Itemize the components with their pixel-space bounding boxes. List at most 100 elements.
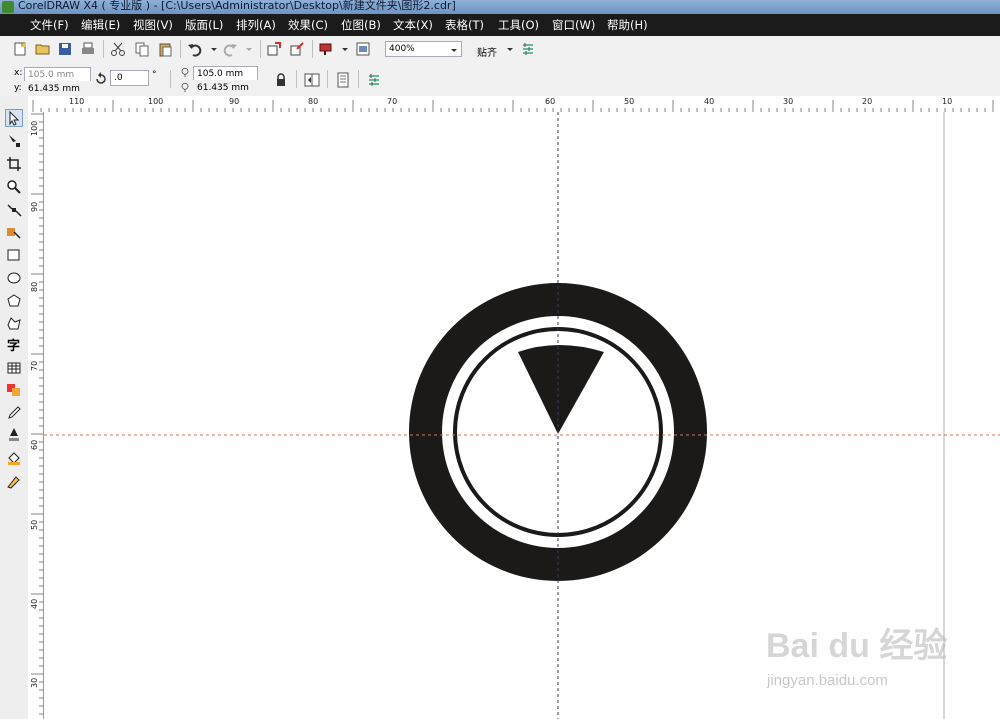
y-position-field[interactable]: 61.435 mm [24, 81, 91, 97]
center-x-icon [181, 67, 189, 78]
ellipse-tool-icon[interactable] [6, 270, 22, 286]
mirror-icon[interactable] [304, 72, 320, 88]
print-icon[interactable] [80, 41, 96, 57]
degree-symbol: ° [152, 70, 157, 80]
ruler-label: 80 [30, 281, 39, 292]
ruler-label: 100 [30, 120, 39, 136]
new-document-icon[interactable] [12, 41, 28, 57]
zoom-tool-icon[interactable] [6, 179, 22, 195]
smart-fill-tool-icon[interactable] [6, 224, 22, 240]
horizontal-ruler[interactable]: 110 100 90 80 70 60 50 40 30 20 10 [28, 96, 1000, 113]
launcher-dropdown-icon[interactable] [337, 41, 353, 57]
ruler-label: 110 [69, 97, 85, 106]
toolbar-separator [170, 70, 171, 88]
center-y-field[interactable]: 61.435 mm [193, 80, 258, 96]
zoom-dropdown-icon[interactable] [446, 42, 462, 58]
property-bar: x: 105.0 mm y: 61.435 mm .0 ° 105.0 mm 6… [0, 63, 1000, 97]
drawing-canvas[interactable]: Bai du 经验 jingyan.baidu.com [44, 112, 1000, 719]
copy-icon[interactable] [134, 41, 150, 57]
undo-icon[interactable] [187, 41, 203, 57]
x-position-label: x: [14, 68, 23, 78]
redo-dropdown-icon[interactable] [241, 41, 257, 57]
menu-text[interactable]: 文本(X) [393, 17, 433, 33]
lock-ratio-icon[interactable] [273, 72, 289, 88]
interactive-blend-tool-icon[interactable] [6, 382, 22, 398]
toolbar-separator [296, 70, 297, 88]
menu-table[interactable]: 表格(T) [445, 17, 484, 33]
menu-file[interactable]: 文件(F) [30, 17, 69, 33]
ruler-label: 40 [704, 97, 715, 106]
ruler-label: 50 [624, 97, 635, 106]
import-icon[interactable] [266, 41, 282, 57]
vertical-ruler[interactable]: 100 90 80 70 60 50 40 30 [28, 112, 44, 719]
ruler-label: 20 [862, 97, 873, 106]
redo-icon[interactable] [222, 41, 238, 57]
save-icon[interactable] [57, 41, 73, 57]
undo-dropdown-icon[interactable] [206, 41, 222, 57]
ruler-label: 90 [229, 97, 240, 106]
text-tool-icon[interactable]: 字 [7, 335, 20, 354]
toolbar-separator [260, 40, 261, 58]
menu-window[interactable]: 窗口(W) [552, 17, 595, 33]
rotation-angle-field[interactable]: .0 [110, 70, 149, 86]
crop-tool-icon[interactable] [6, 156, 22, 172]
ruler-label: 10 [942, 97, 953, 106]
ruler-label: 60 [30, 439, 39, 450]
zoom-level-value: 400% [389, 44, 415, 54]
toolbar-separator [327, 70, 328, 88]
open-folder-icon[interactable] [35, 41, 51, 57]
pick-tool-icon[interactable] [5, 109, 23, 127]
toolbar-separator [358, 70, 359, 88]
rectangle-tool-icon[interactable] [6, 247, 22, 263]
ruler-label: 30 [783, 97, 794, 106]
menu-effects[interactable]: 效果(C) [288, 17, 328, 33]
cut-icon[interactable] [110, 41, 126, 57]
ruler-label: 80 [308, 97, 319, 106]
toolbar-separator [180, 40, 181, 58]
window-title: CorelDRAW X4 ( 专业版 ) - [C:\Users\Adminis… [18, 0, 456, 12]
page-settings-icon[interactable] [335, 72, 351, 88]
options-icon[interactable] [520, 41, 536, 57]
rotation-icon [96, 72, 106, 84]
ruler-label: 40 [30, 598, 39, 609]
snap-dropdown-icon[interactable] [502, 41, 518, 57]
center-y-icon [181, 82, 189, 93]
welcome-screen-icon[interactable] [355, 41, 371, 57]
paste-icon[interactable] [157, 41, 173, 57]
standard-toolbar: 400% 贴齐 [0, 36, 1000, 64]
ruler-label: 100 [148, 97, 164, 106]
export-icon[interactable] [289, 41, 305, 57]
watermark-url: jingyan.baidu.com [767, 672, 888, 689]
toolbar-separator [312, 40, 313, 58]
menu-view[interactable]: 视图(V) [133, 17, 173, 33]
table-tool-icon[interactable] [6, 360, 22, 376]
baidu-jingyan-watermark-logo: Bai du 经验 [766, 627, 948, 665]
property-options-icon[interactable] [366, 72, 382, 88]
ruler-label: 70 [387, 97, 398, 106]
ruler-label: 30 [30, 677, 39, 688]
toolbox: 字 [0, 96, 29, 719]
menu-edit[interactable]: 编辑(E) [81, 17, 120, 33]
freehand-tool-icon[interactable] [6, 202, 22, 218]
polygon-tool-icon[interactable] [6, 293, 22, 309]
toolbar-separator [103, 40, 104, 58]
ruler-label: 50 [30, 519, 39, 530]
application-launcher-icon[interactable] [318, 41, 334, 57]
menu-arrange[interactable]: 排列(A) [236, 17, 276, 33]
menu-tools[interactable]: 工具(O) [498, 17, 539, 33]
menu-layout[interactable]: 版面(L) [185, 17, 223, 33]
menu-bar: 文件(F) 编辑(E) 视图(V) 版面(L) 排列(A) 效果(C) 位图(B… [0, 14, 1000, 36]
basic-shapes-tool-icon[interactable] [6, 315, 22, 331]
outline-tool-icon[interactable] [6, 427, 22, 443]
menu-help[interactable]: 帮助(H) [607, 17, 648, 33]
shape-tool-icon[interactable] [6, 133, 22, 149]
interactive-fill-tool-icon[interactable] [6, 473, 22, 489]
eyedropper-tool-icon[interactable] [6, 405, 22, 421]
snap-to-label[interactable]: 贴齐 [477, 44, 497, 59]
ruler-label: 70 [30, 360, 39, 371]
title-bar: CorelDRAW X4 ( 专业版 ) - [C:\Users\Adminis… [0, 0, 1000, 14]
horizontal-ruler-ticks [32, 100, 994, 112]
coreldraw-app-icon [2, 1, 14, 13]
fill-tool-icon[interactable] [6, 450, 22, 466]
menu-bitmaps[interactable]: 位图(B) [341, 17, 381, 33]
